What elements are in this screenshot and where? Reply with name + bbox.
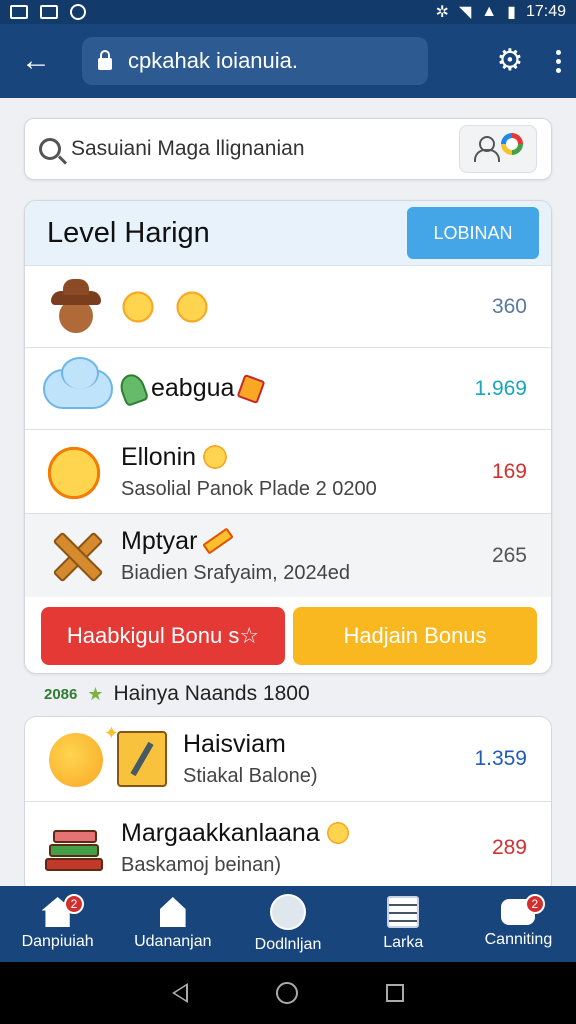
level-row[interactable]: 360 bbox=[25, 265, 551, 347]
system-back-icon[interactable] bbox=[172, 983, 188, 1003]
document-icon bbox=[387, 896, 420, 928]
search-input[interactable]: Sasuiani Maga llignanian bbox=[71, 137, 459, 161]
level-title: Level Harign bbox=[47, 216, 210, 249]
battery-icon: ▮ bbox=[507, 4, 516, 21]
bonus-button-red[interactable]: Haabkigul Bonu s☆ bbox=[41, 607, 285, 665]
row-title: Margaakkanlaana bbox=[121, 818, 320, 847]
bottom-nav: 2 Danpiuiah Udananjan Dodlnljan Larka 2 … bbox=[0, 886, 576, 962]
nav-item-chat[interactable]: 2 Canniting bbox=[461, 886, 576, 962]
login-button[interactable]: LOBINAN bbox=[407, 207, 539, 259]
list-item[interactable]: Margaakkanlaana Baskamoj beinan) 289 bbox=[25, 801, 551, 893]
row-subtitle: Stiakal Balone) bbox=[183, 765, 318, 787]
level-card: Level Harign LOBINAN 360 eabgua 1.969 bbox=[24, 200, 552, 674]
sun-face-icon bbox=[169, 284, 215, 330]
pencil-icon bbox=[202, 527, 235, 555]
row-subtitle: Sasolial Panok Plade 2 0200 bbox=[121, 477, 377, 500]
row-subtitle: Biadien Srafyaim, 2024ed bbox=[121, 561, 351, 584]
notification-badge: 2 bbox=[524, 894, 545, 914]
google-icon bbox=[501, 133, 523, 155]
nav-item-pets[interactable]: Dodlnljan bbox=[230, 886, 345, 962]
cloud-icon bbox=[43, 356, 113, 421]
bonus-button-yellow[interactable]: Hadjain Bonus bbox=[293, 607, 537, 665]
url-bar[interactable]: cpkahak ioianuia. bbox=[82, 37, 428, 85]
cowboy-icon bbox=[43, 275, 107, 339]
sun-icon bbox=[320, 815, 356, 851]
nav-item-favorites[interactable]: Udananjan bbox=[115, 886, 230, 962]
vibrate-icon: ✲ bbox=[435, 4, 449, 21]
wifi-icon: ◥ bbox=[458, 4, 472, 21]
lock-icon bbox=[98, 50, 112, 70]
section-header: 2086 ★ Hainya Naands 1800 bbox=[44, 682, 310, 706]
notification-badge: 2 bbox=[64, 894, 84, 914]
row-subtitle: Baskamoj beinan) bbox=[121, 853, 282, 876]
row-title: Mptyar bbox=[121, 526, 198, 555]
shovel-card-icon bbox=[113, 727, 177, 791]
person-icon bbox=[473, 136, 500, 162]
row-title: Ellonin bbox=[121, 442, 197, 471]
sun-icon bbox=[115, 284, 161, 330]
nav-label: Udananjan bbox=[134, 933, 212, 950]
tag-icon bbox=[236, 373, 266, 404]
row-value: 265 bbox=[491, 543, 527, 567]
row-value: 1.969 bbox=[474, 376, 527, 400]
row-value: 360 bbox=[491, 294, 527, 318]
nav-item-list[interactable]: Larka bbox=[346, 886, 461, 962]
account-button[interactable] bbox=[459, 125, 537, 173]
url-text: cpkahak ioianuia. bbox=[128, 48, 299, 73]
row-title: Haisviam bbox=[183, 730, 286, 758]
image-icon bbox=[40, 5, 58, 19]
row-value: 289 bbox=[491, 835, 527, 859]
level-header: Level Harign LOBINAN bbox=[25, 201, 551, 265]
level-row[interactable]: eabgua 1.969 bbox=[25, 347, 551, 429]
sun-icon bbox=[196, 438, 234, 476]
house-star-icon bbox=[159, 897, 186, 927]
row-value: 169 bbox=[491, 459, 527, 483]
search-bar[interactable]: Sasuiani Maga llignanian bbox=[24, 118, 552, 180]
status-bar: ✲ ◥ ▲ ▮ 17:49 bbox=[0, 0, 576, 24]
app-bar: ← cpkahak ioianuia. ⚙ bbox=[0, 24, 576, 98]
happy-face-icon bbox=[43, 723, 119, 791]
arrow-left-icon: ← bbox=[21, 44, 51, 77]
nav-label: Danpiuiah bbox=[21, 933, 94, 950]
nav-item-home[interactable]: 2 Danpiuiah bbox=[0, 886, 115, 962]
section-title: Hainya Naands 1800 bbox=[113, 682, 310, 705]
more-vert-icon[interactable] bbox=[554, 49, 562, 73]
back-button[interactable]: ← bbox=[14, 39, 58, 83]
clock: 17:49 bbox=[525, 3, 566, 20]
gear-icon[interactable]: ⚙ bbox=[496, 46, 524, 76]
system-home-icon[interactable] bbox=[276, 982, 298, 1004]
row-title: eabgua bbox=[151, 374, 235, 402]
pet-icon bbox=[270, 894, 306, 930]
list-card: Haisviam Stiakal Balone) 1.359 Margaakka… bbox=[24, 716, 552, 894]
sync-icon bbox=[70, 4, 86, 20]
bonus-row: Haabkigul Bonu s☆ Hadjain Bonus bbox=[41, 607, 537, 665]
notification-icon bbox=[10, 5, 28, 19]
rocket-icon bbox=[116, 370, 150, 407]
section-prefix: 2086 bbox=[44, 685, 78, 703]
nav-label: Dodlnljan bbox=[254, 936, 322, 953]
level-row[interactable]: Mptyar Biadien Srafyaim, 2024ed 265 bbox=[25, 513, 551, 597]
tools-icon bbox=[43, 524, 107, 588]
search-icon bbox=[39, 138, 61, 160]
star-icon: ★ bbox=[87, 683, 104, 704]
nav-label: Canniting bbox=[484, 931, 553, 948]
system-recents-icon[interactable] bbox=[386, 984, 404, 1002]
list-item[interactable]: Haisviam Stiakal Balone) 1.359 bbox=[25, 717, 551, 801]
level-row[interactable]: Ellonin Sasolial Panok Plade 2 0200 169 bbox=[25, 429, 551, 513]
signal-icon: ▲ bbox=[481, 3, 498, 20]
smiley-sun-icon bbox=[43, 440, 107, 504]
books-icon bbox=[43, 816, 107, 880]
system-nav-bar bbox=[0, 962, 576, 1024]
nav-label: Larka bbox=[383, 934, 424, 951]
row-value: 1.359 bbox=[474, 747, 527, 770]
